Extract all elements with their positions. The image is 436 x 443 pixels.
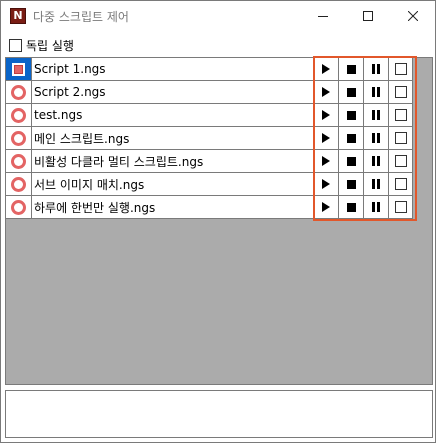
pause-icon xyxy=(372,202,380,212)
stop-button[interactable] xyxy=(339,104,364,127)
independent-run-option[interactable]: 독립 실행 xyxy=(9,37,74,53)
stop-icon xyxy=(346,202,356,212)
script-row[interactable]: 메인 스크립트.ngs xyxy=(6,127,416,150)
independent-run-checkbox[interactable] xyxy=(9,38,22,52)
script-checkbox[interactable] xyxy=(389,104,413,127)
script-checkbox[interactable] xyxy=(389,196,413,219)
close-button[interactable] xyxy=(390,1,435,31)
maximize-icon xyxy=(362,11,373,21)
play-button[interactable] xyxy=(314,127,339,150)
pause-button[interactable] xyxy=(364,196,389,219)
script-status-cell[interactable] xyxy=(6,196,32,219)
stop-icon xyxy=(346,110,356,120)
stop-button[interactable] xyxy=(339,81,364,104)
stop-button[interactable] xyxy=(339,173,364,196)
play-icon xyxy=(322,202,330,212)
minimize-icon xyxy=(317,16,328,17)
play-button[interactable] xyxy=(314,58,339,81)
script-status-cell[interactable] xyxy=(6,81,32,104)
pause-icon xyxy=(372,179,380,189)
pause-button[interactable] xyxy=(364,173,389,196)
status-ring-icon xyxy=(11,199,26,215)
play-button[interactable] xyxy=(314,196,339,219)
play-icon xyxy=(322,179,330,189)
script-control-window: N 다중 스크립트 제어 독립 실행 Script 1.ngs Script 2.… xyxy=(0,0,436,443)
pause-button[interactable] xyxy=(364,127,389,150)
script-checkbox[interactable] xyxy=(389,58,413,81)
script-status-cell[interactable] xyxy=(6,127,32,150)
stop-button[interactable] xyxy=(339,127,364,150)
status-ring-icon xyxy=(11,61,26,77)
play-button[interactable] xyxy=(314,150,339,173)
pause-button[interactable] xyxy=(364,58,389,81)
output-text-area[interactable] xyxy=(5,390,433,438)
minimize-button[interactable] xyxy=(300,1,345,31)
status-ring-icon xyxy=(11,153,26,169)
script-status-cell[interactable] xyxy=(6,58,32,81)
play-icon xyxy=(322,110,330,120)
status-ring-icon xyxy=(11,84,26,100)
checkbox-icon xyxy=(394,178,407,190)
stop-icon xyxy=(346,87,356,97)
play-button[interactable] xyxy=(314,173,339,196)
checkbox-icon xyxy=(394,109,407,121)
script-status-cell[interactable] xyxy=(6,173,32,196)
window-title: 다중 스크립트 제어 xyxy=(33,10,129,24)
checkbox-icon xyxy=(394,132,407,144)
pause-button[interactable] xyxy=(364,81,389,104)
script-checkbox[interactable] xyxy=(389,150,413,173)
close-icon xyxy=(407,11,418,21)
pause-icon xyxy=(372,87,380,97)
play-icon xyxy=(322,87,330,97)
play-button[interactable] xyxy=(314,81,339,104)
script-name[interactable]: 하루에 한번만 실행.ngs xyxy=(32,196,314,219)
pause-icon xyxy=(372,110,380,120)
play-icon xyxy=(322,133,330,143)
pause-icon xyxy=(372,133,380,143)
script-checkbox[interactable] xyxy=(389,81,413,104)
status-ring-icon xyxy=(11,176,26,192)
stop-icon xyxy=(346,133,356,143)
script-name[interactable]: Script 2.ngs xyxy=(32,81,314,104)
checkbox-icon xyxy=(394,86,407,98)
script-row[interactable]: test.ngs xyxy=(6,104,416,127)
script-name[interactable]: 서브 이미지 매치.ngs xyxy=(32,173,314,196)
script-row[interactable]: 하루에 한번만 실행.ngs xyxy=(6,196,416,219)
play-button[interactable] xyxy=(314,104,339,127)
pause-icon xyxy=(372,156,380,166)
script-grid: Script 1.ngs Script 2.ngs test.ngs 메인 스크립트.… xyxy=(5,56,433,385)
stop-icon xyxy=(346,179,356,189)
stop-button[interactable] xyxy=(339,150,364,173)
status-ring-icon xyxy=(11,107,26,123)
script-checkbox[interactable] xyxy=(389,127,413,150)
script-status-cell[interactable] xyxy=(6,150,32,173)
pause-icon xyxy=(372,64,380,74)
stop-icon xyxy=(346,64,356,74)
script-row[interactable]: 비활성 다클라 멀티 스크립트.ngs xyxy=(6,150,416,173)
script-name[interactable]: 비활성 다클라 멀티 스크립트.ngs xyxy=(32,150,314,173)
script-checkbox[interactable] xyxy=(389,173,413,196)
independent-run-label: 독립 실행 xyxy=(26,38,74,53)
checkbox-icon xyxy=(394,63,407,75)
pause-button[interactable] xyxy=(364,104,389,127)
script-name[interactable]: Script 1.ngs xyxy=(32,58,314,81)
stop-button[interactable] xyxy=(339,196,364,219)
play-icon xyxy=(322,156,330,166)
play-icon xyxy=(322,64,330,74)
status-ring-icon xyxy=(11,130,26,146)
stop-button[interactable] xyxy=(339,58,364,81)
script-row[interactable]: Script 1.ngs xyxy=(6,58,416,81)
pause-button[interactable] xyxy=(364,150,389,173)
script-name[interactable]: 메인 스크립트.ngs xyxy=(32,127,314,150)
script-status-cell[interactable] xyxy=(6,104,32,127)
script-row[interactable]: 서브 이미지 매치.ngs xyxy=(6,173,416,196)
script-name[interactable]: test.ngs xyxy=(32,104,314,127)
script-row[interactable]: Script 2.ngs xyxy=(6,81,416,104)
app-logo-icon: N xyxy=(10,8,26,24)
stop-icon xyxy=(346,156,356,166)
maximize-button[interactable] xyxy=(345,1,390,31)
checkbox-icon xyxy=(394,201,407,213)
title-bar[interactable]: N 다중 스크립트 제어 xyxy=(1,1,435,31)
checkbox-icon xyxy=(394,155,407,167)
